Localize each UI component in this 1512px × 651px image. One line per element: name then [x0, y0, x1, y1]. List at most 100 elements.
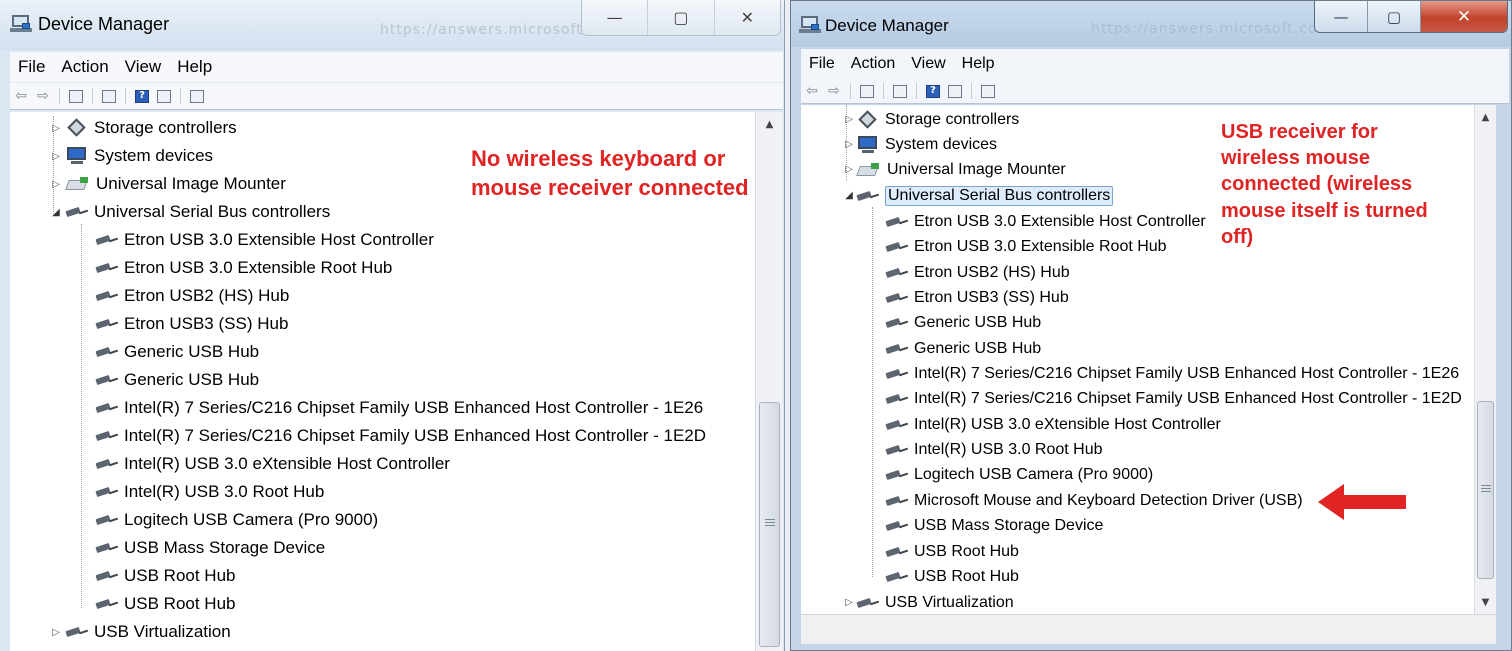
help-icon[interactable]: ? — [922, 81, 944, 101]
usb-device-row[interactable]: USB Root Hub — [885, 564, 1019, 589]
tree-category-storage[interactable]: ▷ Storage controllers — [50, 114, 237, 142]
device-label: Etron USB 3.0 Extensible Host Controller — [914, 212, 1206, 230]
usb-device-row[interactable]: Etron USB2 (HS) Hub — [885, 260, 1070, 285]
usb-device-row[interactable]: Intel(R) USB 3.0 eXtensible Host Control… — [885, 412, 1221, 437]
usb-device-row[interactable]: Intel(R) 7 Series/C216 Chipset Family US… — [95, 422, 706, 450]
title-bar[interactable]: https://answers.microsoft.com Device Man… — [791, 1, 1511, 47]
close-button[interactable]: ✕ — [1421, 1, 1507, 32]
tree-category-system-devices[interactable]: ▷ System devices — [50, 142, 213, 170]
tree-category-usb-virtualization[interactable]: ▷ USB Virtualization — [50, 618, 231, 646]
expand-arrow-icon[interactable]: ▷ — [843, 164, 855, 175]
tree-category-system-devices[interactable]: ▷ System devices — [843, 132, 997, 157]
help-icon[interactable]: ? — [131, 86, 153, 106]
menu-action[interactable]: Action — [53, 52, 116, 82]
minimize-button[interactable]: — — [1315, 1, 1368, 32]
usb-device-row[interactable]: Intel(R) 7 Series/C216 Chipset Family US… — [95, 394, 703, 422]
usb-device-row[interactable]: Intel(R) USB 3.0 Root Hub — [885, 437, 1103, 462]
usb-device-row[interactable]: Intel(R) USB 3.0 Root Hub — [95, 478, 324, 506]
expand-arrow-icon[interactable]: ▷ — [50, 151, 62, 162]
scroll-down-arrow-icon[interactable]: ▼ — [1475, 592, 1496, 612]
tree-category-usb-virtualization[interactable]: ▷ USB Virtualization — [843, 590, 1014, 614]
usb-device-row[interactable]: Intel(R) USB 3.0 eXtensible Host Control… — [95, 450, 450, 478]
maximize-button[interactable]: ▢ — [1368, 1, 1421, 32]
usb-icon — [885, 267, 909, 279]
usb-device-row[interactable]: Etron USB 3.0 Extensible Host Controller — [95, 226, 434, 254]
menu-file[interactable]: File — [801, 49, 843, 79]
forward-arrow-icon[interactable]: ⇨ — [823, 81, 845, 101]
device-label: Intel(R) USB 3.0 Root Hub — [914, 440, 1103, 458]
action-pane-icon[interactable] — [944, 81, 966, 101]
tree-category-image-mounter[interactable]: ▷ Universal Image Mounter — [843, 157, 1066, 182]
usb-icon — [95, 598, 119, 610]
usb-device-row[interactable]: Etron USB2 (HS) Hub — [95, 282, 289, 310]
usb-device-row[interactable]: USB Mass Storage Device — [95, 534, 325, 562]
device-label: Logitech USB Camera (Pro 9000) — [124, 510, 379, 529]
usb-icon — [95, 570, 119, 582]
vertical-scrollbar[interactable]: ▲ — [755, 112, 783, 651]
usb-device-row[interactable]: Generic USB Hub — [95, 366, 259, 394]
usb-device-row[interactable]: Logitech USB Camera (Pro 9000) — [885, 462, 1153, 487]
expand-arrow-icon[interactable]: ▷ — [50, 123, 62, 134]
device-label: Etron USB3 (SS) Hub — [124, 314, 289, 333]
status-bar — [801, 614, 1496, 644]
properties-icon[interactable] — [98, 86, 120, 106]
scroll-up-arrow-icon[interactable]: ▲ — [1475, 107, 1496, 127]
scan-hardware-icon[interactable] — [977, 81, 999, 101]
device-label: USB Mass Storage Device — [914, 516, 1104, 534]
usb-device-row[interactable]: Generic USB Hub — [885, 336, 1041, 361]
forward-arrow-icon[interactable]: ⇨ — [32, 86, 54, 106]
usb-device-row[interactable]: Generic USB Hub — [95, 338, 259, 366]
scrollbar-thumb[interactable] — [1477, 401, 1494, 579]
close-button[interactable]: ✕ — [715, 0, 780, 35]
usb-device-row[interactable]: Intel(R) 7 Series/C216 Chipset Family US… — [885, 386, 1462, 411]
menu-view[interactable]: View — [117, 52, 170, 82]
expand-arrow-icon[interactable]: ▷ — [843, 597, 855, 608]
vertical-scrollbar[interactable]: ▲ ▼ — [1474, 105, 1496, 614]
usb-device-row[interactable]: USB Root Hub — [95, 562, 236, 590]
show-hide-console-tree-icon[interactable] — [856, 81, 878, 101]
action-pane-icon[interactable] — [153, 86, 175, 106]
menu-view[interactable]: View — [903, 49, 953, 79]
usb-device-row[interactable]: Etron USB 3.0 Extensible Root Hub — [95, 254, 392, 282]
tree-category-usb-controllers[interactable]: ◢ Universal Serial Bus controllers — [50, 198, 330, 226]
expand-arrow-icon[interactable]: ▷ — [50, 179, 62, 190]
tree-label: USB Virtualization — [885, 593, 1014, 611]
toolbar-separator — [59, 88, 60, 104]
menu-file[interactable]: File — [10, 52, 53, 82]
usb-device-row[interactable]: USB Mass Storage Device — [885, 513, 1104, 538]
usb-device-row[interactable]: USB Root Hub — [95, 590, 236, 618]
scrollbar-thumb[interactable] — [759, 402, 780, 647]
tree-label: Universal Image Mounter — [887, 160, 1066, 178]
usb-device-row-highlighted[interactable]: Microsoft Mouse and Keyboard Detection D… — [885, 488, 1303, 513]
usb-device-row[interactable]: Generic USB Hub — [885, 310, 1042, 335]
usb-device-row[interactable]: Etron USB 3.0 Extensible Host Controller — [885, 209, 1206, 234]
scroll-up-arrow-icon[interactable]: ▲ — [756, 114, 783, 134]
tree-category-usb-controllers[interactable]: ◢ Universal Serial Bus controllers — [843, 183, 1114, 208]
tree-category-image-mounter[interactable]: ▷ Universal Image Mounter — [50, 170, 286, 198]
expand-arrow-icon[interactable]: ▷ — [843, 114, 855, 125]
title-bar[interactable]: https://answers.microsoft.com Device Man… — [0, 0, 784, 50]
minimize-button[interactable]: — — [582, 0, 649, 35]
usb-device-row[interactable]: USB Root Hub — [885, 539, 1019, 564]
usb-device-row[interactable]: Logitech USB Camera (Pro 9000) — [95, 506, 379, 534]
usb-device-row[interactable]: Etron USB3 (SS) Hub — [95, 310, 289, 338]
menu-help[interactable]: Help — [954, 49, 1003, 79]
scan-hardware-icon[interactable] — [186, 86, 208, 106]
usb-device-row[interactable]: Etron USB3 (SS) Hub — [885, 285, 1069, 310]
show-hide-console-tree-icon[interactable] — [65, 86, 87, 106]
menu-help[interactable]: Help — [169, 52, 220, 82]
expand-arrow-icon[interactable]: ▷ — [843, 139, 855, 150]
tree-category-storage[interactable]: ▷ Storage controllers — [843, 107, 1019, 132]
back-arrow-icon[interactable]: ⇦ — [10, 86, 32, 106]
expand-arrow-icon[interactable]: ▷ — [50, 627, 62, 638]
maximize-button[interactable]: ▢ — [648, 0, 715, 35]
collapse-arrow-icon[interactable]: ◢ — [843, 190, 855, 201]
usb-device-row[interactable]: Intel(R) 7 Series/C216 Chipset Family US… — [885, 361, 1459, 386]
window-title: Device Manager — [825, 16, 949, 35]
device-label: Generic USB Hub — [914, 313, 1042, 331]
properties-icon[interactable] — [889, 81, 911, 101]
menu-action[interactable]: Action — [843, 49, 903, 79]
collapse-arrow-icon[interactable]: ◢ — [50, 207, 62, 218]
usb-device-row[interactable]: Etron USB 3.0 Extensible Root Hub — [885, 234, 1167, 259]
back-arrow-icon[interactable]: ⇦ — [801, 81, 823, 101]
